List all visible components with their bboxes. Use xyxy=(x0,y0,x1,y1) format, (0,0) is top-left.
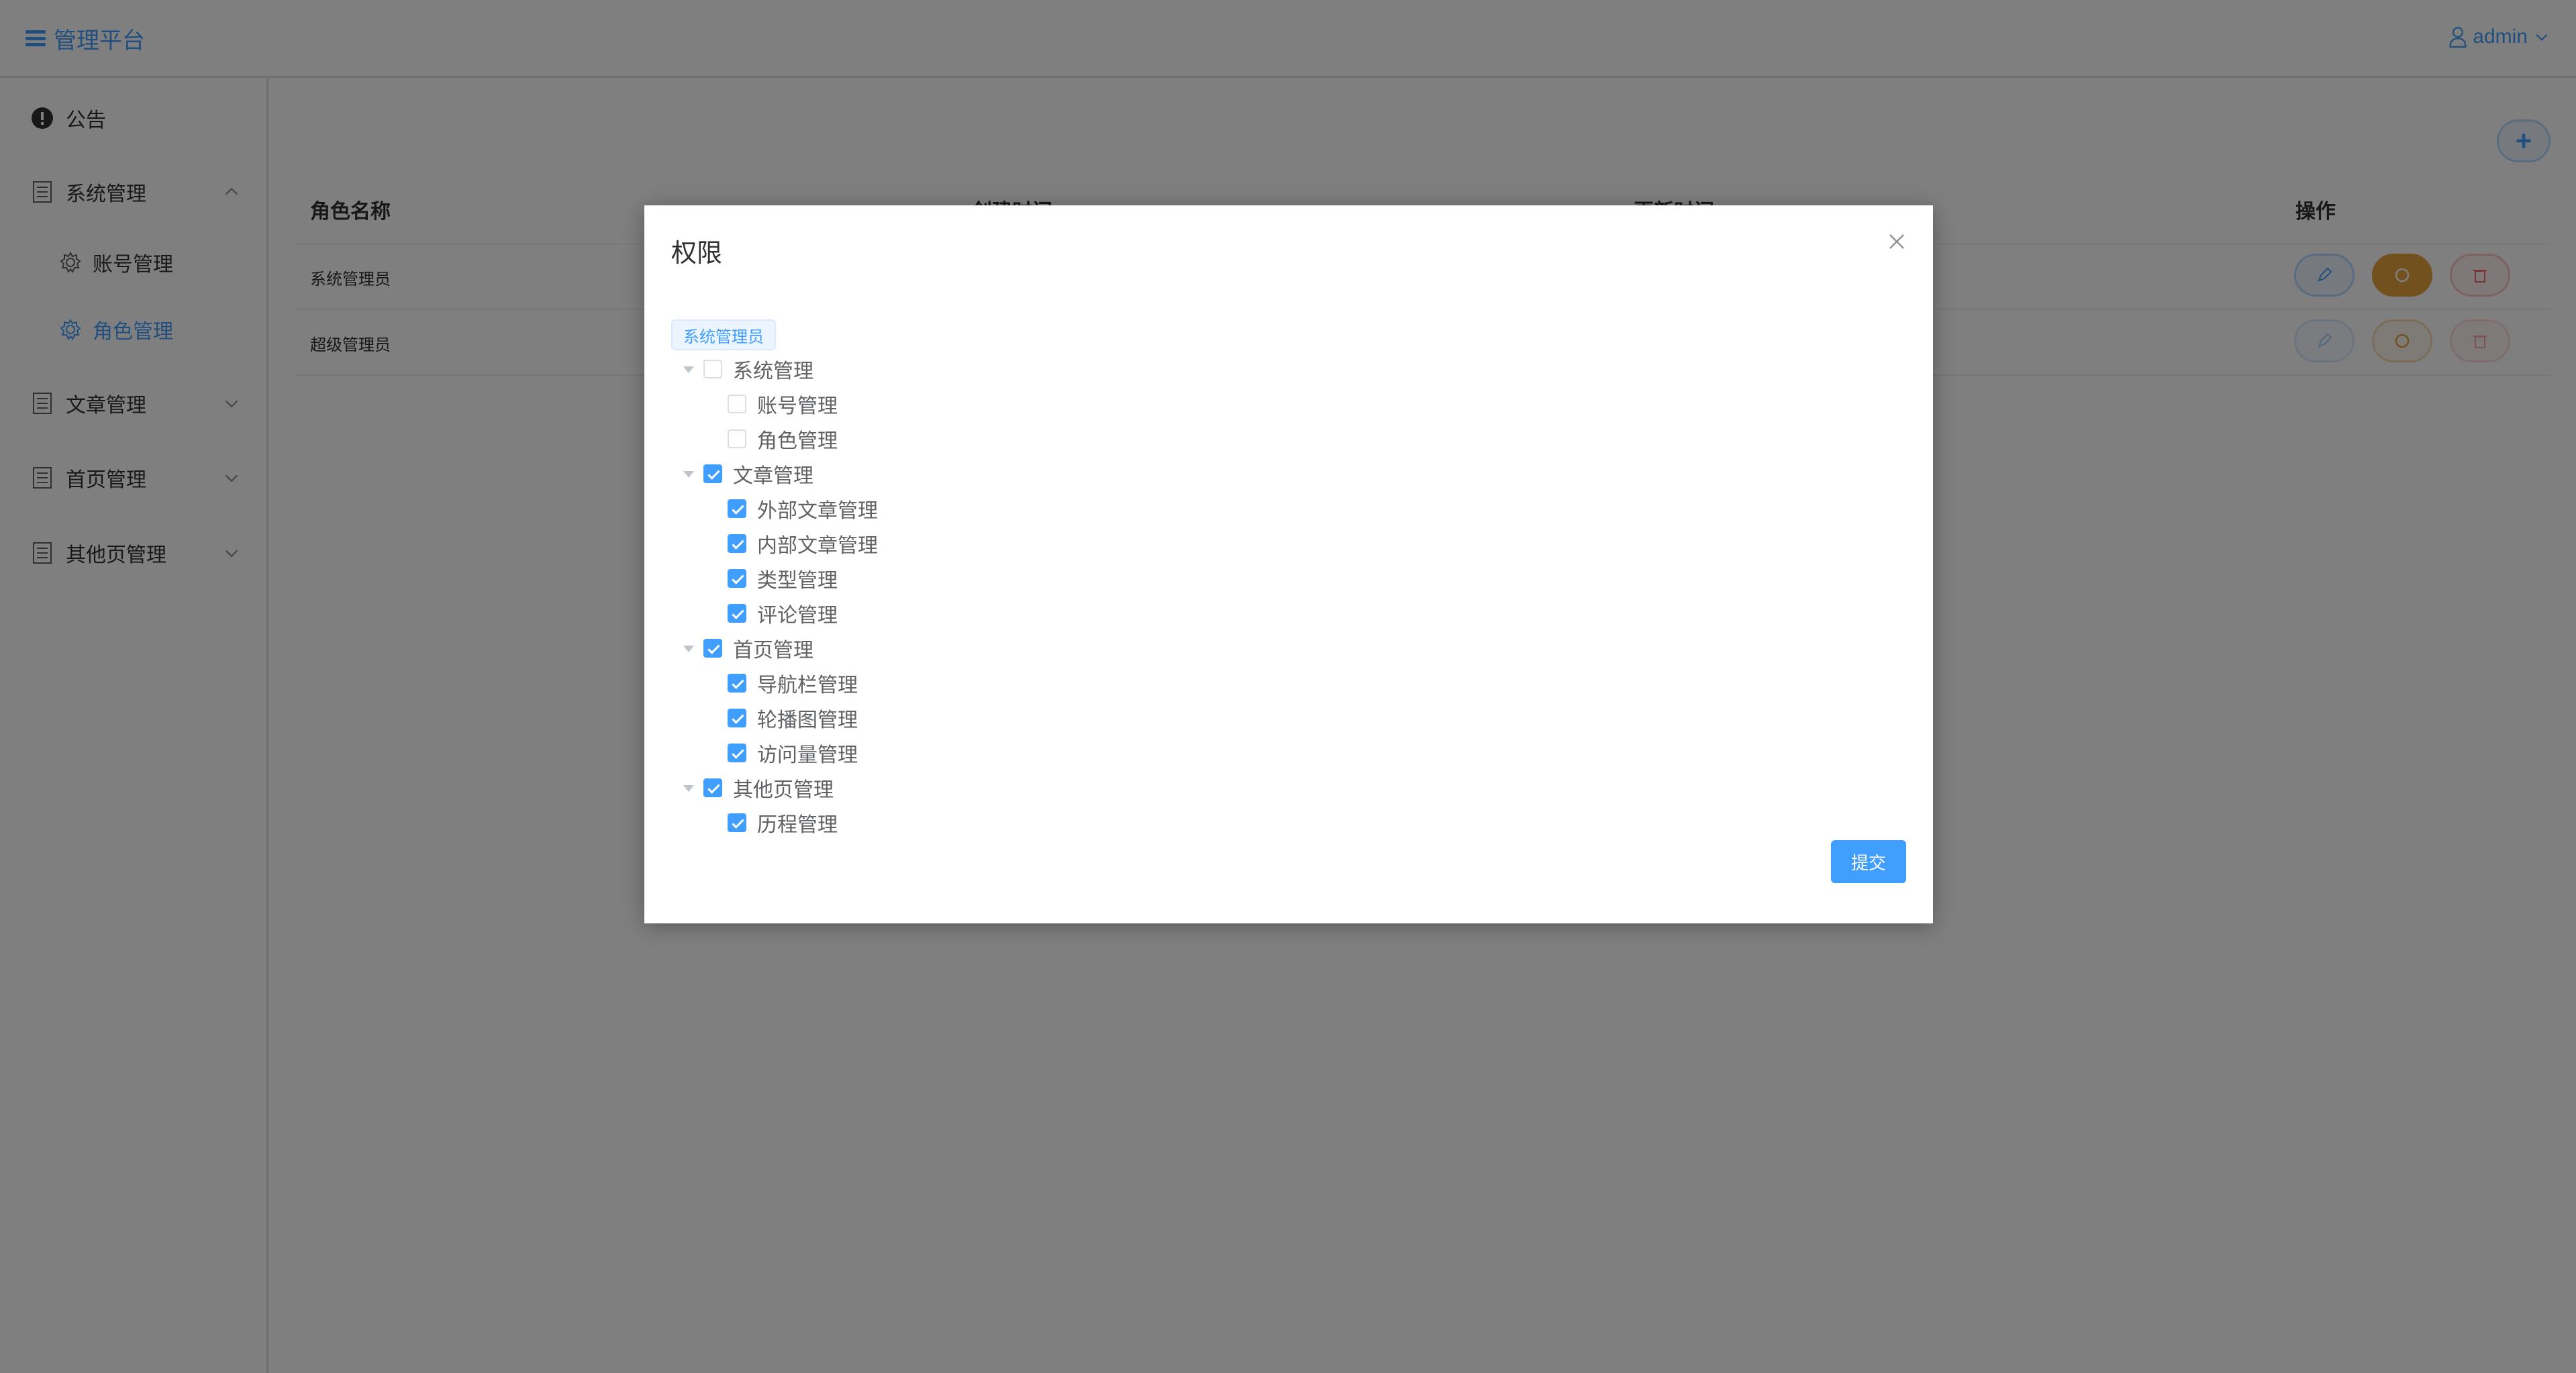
tree-checkbox[interactable] xyxy=(728,395,746,413)
tree-checkbox[interactable] xyxy=(728,709,746,727)
tree-checkbox[interactable] xyxy=(728,744,746,762)
dialog-title: 权限 xyxy=(671,240,723,268)
close-icon[interactable] xyxy=(1887,232,1906,251)
tree-checkbox[interactable] xyxy=(728,499,746,518)
tree-checkbox[interactable] xyxy=(703,778,722,797)
caret-down-icon[interactable] xyxy=(683,366,694,373)
tree-node-label: 文章管理 xyxy=(733,465,813,487)
tree-checkbox[interactable] xyxy=(728,813,746,832)
tree-node-label: 历程管理 xyxy=(757,814,838,836)
tree-checkbox[interactable] xyxy=(728,674,746,693)
tree-checkbox[interactable] xyxy=(703,639,722,658)
tree-checkbox[interactable] xyxy=(728,534,746,553)
permission-dialog: 权限 系统管理员 系统管理账号管理角色管理文章管理外部文章管理 内部文章管理 类型管… xyxy=(644,205,1933,923)
role-tag: 系统管理员 xyxy=(671,319,776,350)
caret-down-icon[interactable] xyxy=(683,785,694,792)
tree-checkbox[interactable] xyxy=(728,429,746,448)
tree-checkbox[interactable] xyxy=(728,604,746,623)
tree-node-label: 外部文章管理 xyxy=(757,500,878,522)
tree-checkbox[interactable] xyxy=(728,569,746,588)
tree-node-label: 首页管理 xyxy=(733,640,813,662)
caret-down-icon[interactable] xyxy=(683,471,694,478)
tree-node-label: 账号管理 xyxy=(757,395,838,417)
tree-node-label: 其他页管理 xyxy=(733,779,834,801)
tree-node-label: 评论管理 xyxy=(757,605,838,627)
tree-node-label: 访问量管理 xyxy=(757,744,858,766)
tree-node-label: 系统管理 xyxy=(733,360,813,383)
caret-down-icon[interactable] xyxy=(683,646,694,652)
submit-button[interactable]: 提交 xyxy=(1831,840,1906,883)
tree-node-label: 角色管理 xyxy=(757,430,838,452)
tree-node-label: 导航栏管理 xyxy=(757,674,858,697)
tree-checkbox[interactable] xyxy=(703,464,722,483)
tree-node-label: 内部文章管理 xyxy=(757,535,878,557)
tree-node-label: 轮播图管理 xyxy=(757,709,858,731)
tree-checkbox[interactable] xyxy=(703,360,722,378)
tree-node-label: 类型管理 xyxy=(757,570,838,592)
